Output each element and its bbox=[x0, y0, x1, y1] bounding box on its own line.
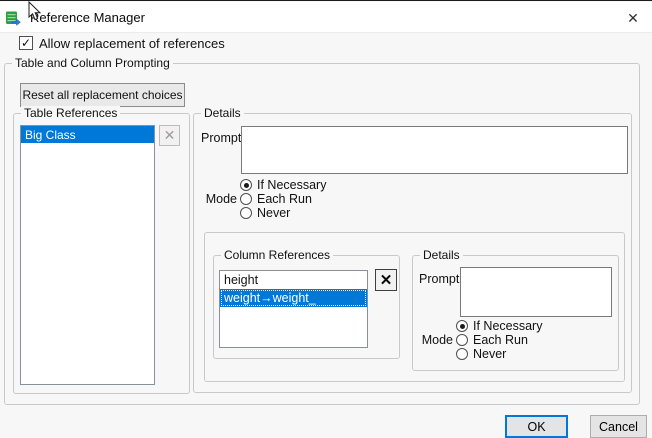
group-label: Details bbox=[420, 248, 463, 262]
reset-all-replacement-choices-button[interactable]: Reset all replacement choices bbox=[20, 83, 185, 107]
radio-icon[interactable] bbox=[240, 207, 252, 219]
mode-option-if-necessary[interactable]: If Necessary bbox=[456, 319, 542, 333]
mode-label: Mode bbox=[414, 333, 453, 347]
close-icon: ✕ bbox=[627, 10, 639, 27]
app-icon bbox=[5, 10, 21, 26]
radio-icon[interactable] bbox=[240, 193, 252, 205]
table-details-group: Details Prompt Mode If Necessary Each Ru… bbox=[193, 113, 632, 393]
checkmark-icon: ✓ bbox=[21, 37, 31, 49]
list-item[interactable]: weight→weight_ bbox=[220, 289, 367, 307]
list-item[interactable]: Big Class bbox=[21, 126, 154, 143]
prompt-label: Prompt bbox=[419, 272, 459, 286]
prompt-label: Prompt bbox=[201, 131, 241, 145]
close-button[interactable]: ✕ bbox=[620, 5, 646, 31]
allow-replacement-checkbox[interactable]: ✓ bbox=[19, 36, 33, 50]
table-references-list[interactable]: Big Class bbox=[20, 125, 155, 385]
table-references-group: Table References Big Class ✕ bbox=[13, 113, 190, 394]
title-bar[interactable]: Reference Manager ✕ bbox=[0, 2, 652, 33]
radio-icon[interactable] bbox=[456, 348, 468, 360]
column-prompt-textarea[interactable] bbox=[460, 267, 612, 317]
ok-button[interactable]: OK bbox=[505, 415, 568, 438]
delete-column-reference-button[interactable]: ✕ bbox=[375, 269, 397, 291]
column-references-group: Column References height weight→weight_ … bbox=[213, 255, 400, 359]
mode-option-each-run[interactable]: Each Run bbox=[240, 192, 312, 206]
delete-x-icon: ✕ bbox=[380, 271, 393, 289]
column-details-group: Details Prompt Mode If Necessary Each Ru… bbox=[412, 255, 619, 371]
mode-option-each-run[interactable]: Each Run bbox=[456, 333, 528, 347]
mode-option-never[interactable]: Never bbox=[240, 206, 290, 220]
mode-label: Mode bbox=[197, 192, 237, 206]
column-section-container: Column References height weight→weight_ … bbox=[204, 232, 625, 382]
allow-replacement-label: Allow replacement of references bbox=[39, 36, 225, 51]
table-prompt-textarea[interactable] bbox=[241, 126, 628, 174]
group-label: Column References bbox=[221, 248, 333, 262]
mouse-cursor-icon bbox=[26, 1, 42, 23]
radio-selected-icon[interactable] bbox=[240, 179, 252, 191]
group-label: Details bbox=[201, 106, 244, 120]
radio-icon[interactable] bbox=[456, 334, 468, 346]
delete-x-icon: ✕ bbox=[164, 127, 176, 144]
mode-option-if-necessary[interactable]: If Necessary bbox=[240, 178, 326, 192]
mode-option-never[interactable]: Never bbox=[456, 347, 506, 361]
delete-table-reference-button: ✕ bbox=[159, 125, 180, 146]
group-label: Table and Column Prompting bbox=[12, 56, 173, 70]
column-references-list[interactable]: height weight→weight_ bbox=[219, 270, 368, 348]
group-label: Table References bbox=[21, 106, 120, 120]
allow-replacement-row: ✓ Allow replacement of references bbox=[19, 35, 225, 51]
window-title: Reference Manager bbox=[30, 2, 145, 33]
radio-selected-icon[interactable] bbox=[456, 320, 468, 332]
list-item[interactable]: height bbox=[220, 271, 367, 289]
reference-manager-dialog: Reference Manager ✕ ✓ Allow replacement … bbox=[0, 0, 652, 438]
cancel-button[interactable]: Cancel bbox=[590, 415, 647, 438]
